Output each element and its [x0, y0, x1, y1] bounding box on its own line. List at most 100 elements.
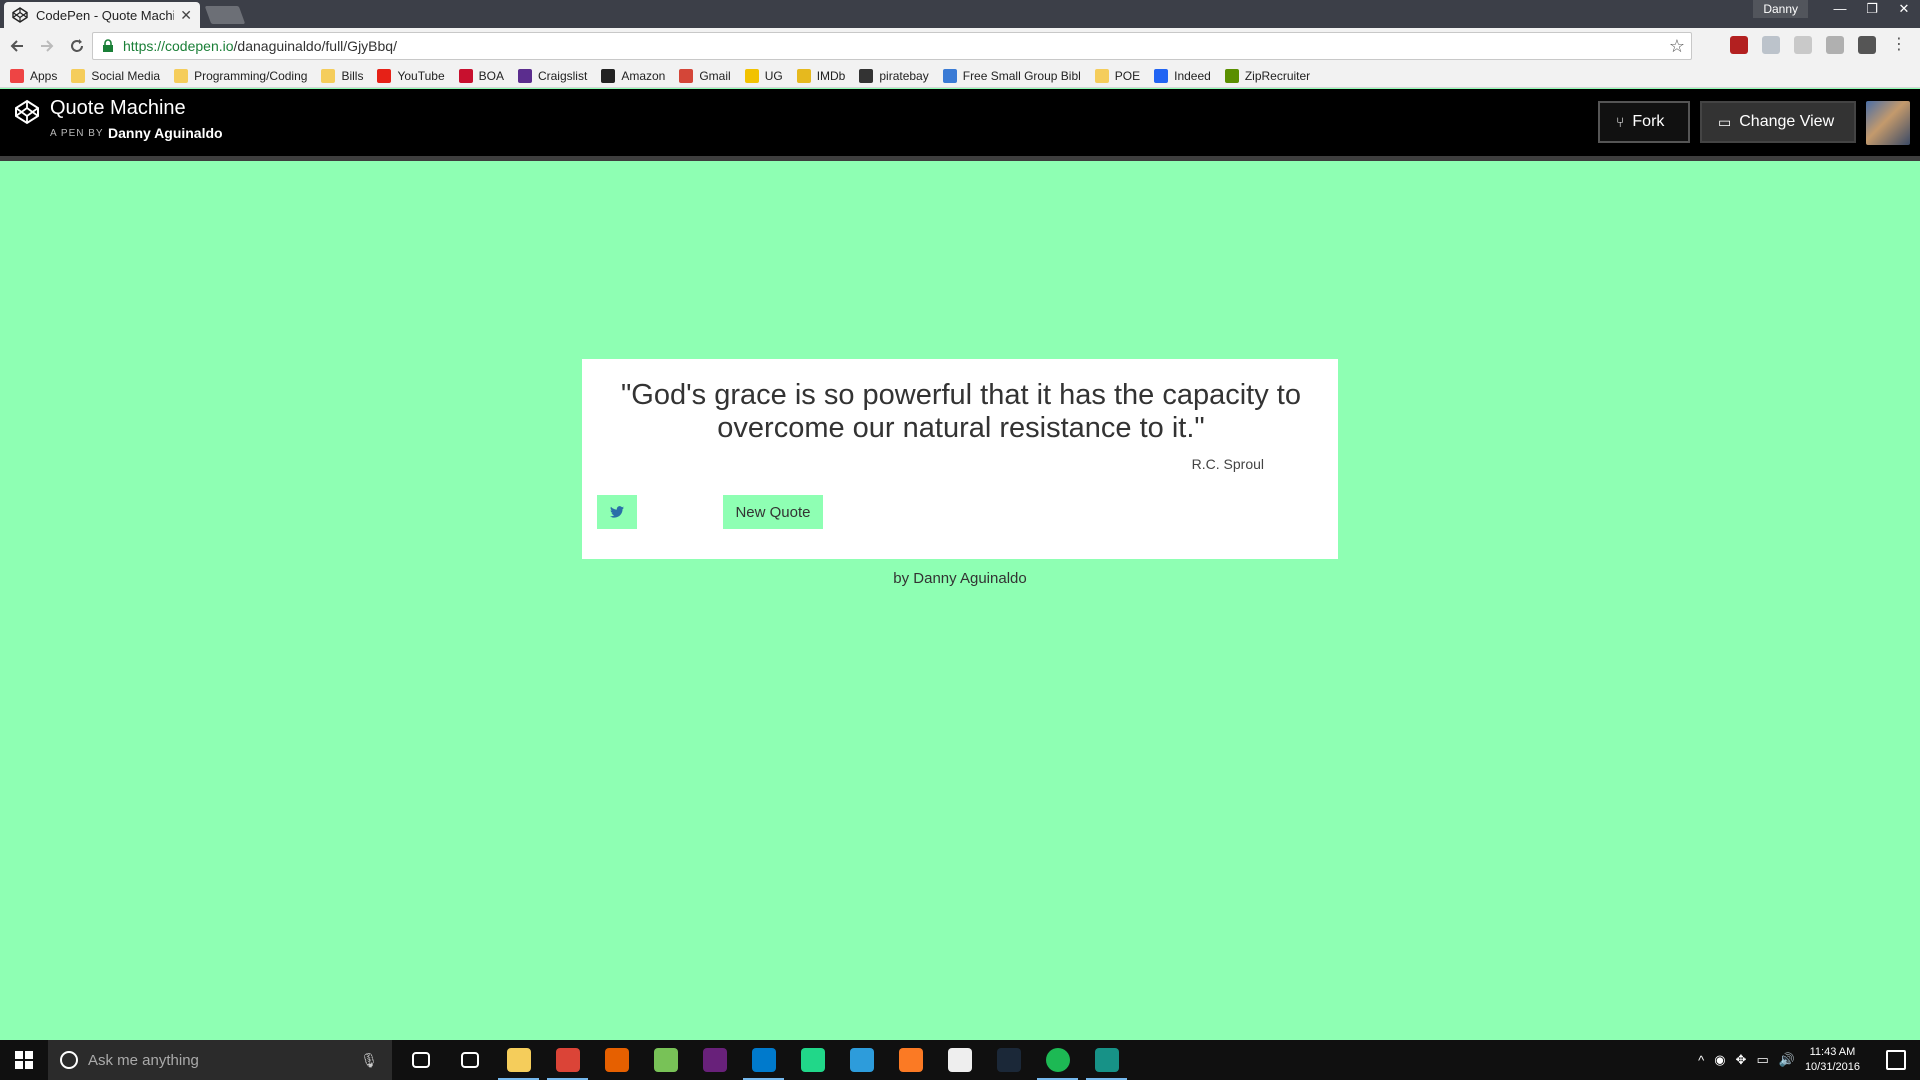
bookmark-item[interactable]: Craigslist	[517, 68, 588, 83]
bookmark-label: Craigslist	[537, 68, 588, 83]
bookmark-label: POE	[1114, 68, 1141, 83]
bookmark-item[interactable]: Social Media	[71, 68, 160, 83]
bookmark-item[interactable]: Gmail	[679, 68, 731, 83]
tab-close-icon[interactable]: ✕	[180, 7, 192, 24]
taskbar-app[interactable]	[837, 1040, 886, 1080]
taskbar-app[interactable]	[543, 1040, 592, 1080]
taskbar-app[interactable]	[690, 1040, 739, 1080]
cloud-icon[interactable]	[1794, 36, 1812, 54]
codepen-favicon-icon	[12, 7, 28, 23]
bookmark-item[interactable]: piratebay	[859, 68, 929, 83]
taskbar-app[interactable]	[788, 1040, 837, 1080]
address-bar[interactable]: https://codepen.io /danaguinaldo/full/Gj…	[92, 32, 1692, 60]
network-icon[interactable]: ▭	[1756, 1052, 1768, 1068]
browser-titlebar: CodePen - Quote Machine ✕ Danny — ❐ ✕	[0, 0, 1920, 28]
folder-icon	[174, 68, 189, 83]
file-explorer-icon	[506, 1048, 531, 1072]
system-clock[interactable]: 11:43 AM 10/31/2016	[1805, 1045, 1860, 1075]
fork-button[interactable]: ⑂ Fork	[1598, 101, 1690, 143]
action-center-icon[interactable]	[1886, 1050, 1906, 1070]
url-path: /danaguinaldo/full/GjyBbq/	[233, 38, 397, 54]
bookmark-label: Indeed	[1174, 68, 1211, 83]
quote-author: R.C. Sproul	[1191, 456, 1264, 472]
bookmark-item[interactable]: Indeed	[1154, 68, 1211, 83]
twitter-icon	[610, 506, 624, 518]
minimize-icon[interactable]: —	[1824, 0, 1856, 20]
ublock-icon[interactable]	[1730, 36, 1748, 54]
taskbar-app[interactable]	[494, 1040, 543, 1080]
avatar[interactable]	[1866, 101, 1910, 145]
bookmark-label: ZipRecruiter	[1244, 68, 1311, 83]
fork-button-label: Fork	[1632, 113, 1665, 130]
tray-record-icon[interactable]: ◉	[1714, 1052, 1725, 1068]
bookmark-label: Free Small Group Bibl	[962, 68, 1081, 83]
chrome-icon	[555, 1048, 580, 1072]
taskbar-app[interactable]	[396, 1040, 445, 1080]
bookmark-item[interactable]: Programming/Coding	[174, 68, 307, 83]
dropbox-icon[interactable]	[1762, 36, 1780, 54]
bookmark-label: Bills	[341, 68, 364, 83]
cortana-search-input[interactable]: Ask me anything 🎙	[48, 1040, 392, 1080]
bookmark-label: Gmail	[699, 68, 731, 83]
taskbar-app[interactable]	[984, 1040, 1033, 1080]
bookmark-item[interactable]: ZipRecruiter	[1224, 68, 1311, 83]
pen-by-label: A PEN BY	[50, 128, 104, 139]
spotify-icon	[1045, 1048, 1070, 1072]
taskbar-app[interactable]	[1082, 1040, 1131, 1080]
codepen-header: Quote Machine A PEN BY Danny Aguinaldo ⑂…	[0, 89, 1920, 156]
taskbar-app[interactable]	[445, 1040, 494, 1080]
xampp-icon	[898, 1048, 923, 1072]
bookmark-item[interactable]: Free Small Group Bibl	[942, 68, 1081, 83]
taskbar-app[interactable]	[935, 1040, 984, 1080]
taskbar-app[interactable]	[886, 1040, 935, 1080]
bookmark-item[interactable]: Apps	[10, 68, 57, 83]
pocket-icon[interactable]	[1858, 36, 1876, 54]
taskbar-app[interactable]	[1033, 1040, 1082, 1080]
taskbar-app[interactable]	[592, 1040, 641, 1080]
reload-icon[interactable]	[64, 33, 90, 59]
back-arrow-icon[interactable]	[4, 33, 30, 59]
visual-studio-icon	[702, 1048, 727, 1072]
tray-chevron-icon[interactable]: ^	[1698, 1053, 1704, 1068]
bookmark-item[interactable]: Bills	[321, 68, 364, 83]
clock-time: 11:43 AM	[1809, 1046, 1856, 1058]
profile-button[interactable]: Danny	[1753, 0, 1808, 18]
cortana-placeholder: Ask me anything	[88, 1051, 199, 1069]
browser-toolbar: https://codepen.io /danaguinaldo/full/Gj…	[0, 28, 1920, 64]
menu-kebab-icon[interactable]: ⋮	[1890, 36, 1908, 54]
task-view-icon	[411, 1052, 430, 1068]
bookmark-item[interactable]: UG	[744, 68, 783, 83]
forward-arrow-icon[interactable]	[34, 33, 60, 59]
bookmark-item[interactable]: BOA	[458, 68, 504, 83]
new-quote-button[interactable]: New Quote	[723, 495, 823, 529]
browser-tab-active[interactable]: CodePen - Quote Machine ✕	[4, 2, 200, 28]
restore-icon[interactable]: ❐	[1856, 0, 1888, 20]
change-view-button[interactable]: ▭ Change View	[1700, 101, 1856, 143]
header-divider	[0, 156, 1920, 161]
pen-author-link[interactable]: Danny Aguinaldo	[108, 125, 223, 141]
volume-icon[interactable]: 🔊	[1779, 1052, 1795, 1068]
windows-logo-icon	[15, 1051, 33, 1069]
bookmark-item[interactable]: POE	[1094, 68, 1141, 83]
tweet-button[interactable]	[597, 495, 637, 529]
quote-text: "God's grace is so powerful that it has …	[621, 379, 1301, 444]
taskbar-app[interactable]	[641, 1040, 690, 1080]
steam-icon	[996, 1048, 1021, 1072]
bookmark-item[interactable]: Amazon	[601, 68, 665, 83]
bookmark-label: IMDb	[816, 68, 846, 83]
close-window-icon[interactable]: ✕	[1888, 0, 1920, 20]
bookmark-item[interactable]: YouTube	[377, 68, 445, 83]
dropbox-tray-icon[interactable]: ✥	[1736, 1052, 1747, 1068]
clock-date: 10/31/2016	[1804, 1061, 1860, 1073]
taskbar-apps	[396, 1040, 1131, 1080]
bookmark-item[interactable]: IMDb	[796, 68, 846, 83]
codepen-logo-icon[interactable]	[14, 99, 40, 125]
microphone-icon[interactable]: 🎙	[360, 1052, 378, 1069]
start-button[interactable]	[0, 1040, 48, 1080]
extension-k-icon[interactable]	[1826, 36, 1844, 54]
new-tab-button[interactable]	[204, 6, 246, 24]
bookmark-star-icon[interactable]: ☆	[1669, 36, 1685, 57]
folder-icon	[1094, 68, 1109, 83]
android-studio-icon	[653, 1048, 678, 1072]
taskbar-app[interactable]	[739, 1040, 788, 1080]
